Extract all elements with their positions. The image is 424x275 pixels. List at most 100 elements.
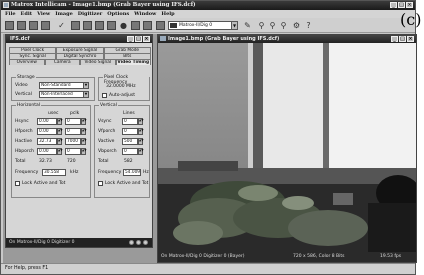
- film-icon[interactable]: [156, 21, 165, 30]
- vfporch-lines-field[interactable]: 0: [122, 128, 138, 135]
- window-icon[interactable]: [95, 21, 104, 30]
- dialog-status-bar: On Matrox-II/Dig 0 Digitizer 0: [6, 238, 152, 247]
- pclk-column-header: pclk: [70, 111, 80, 116]
- hactive-pclk-spinner[interactable]: ▲▼: [81, 138, 87, 145]
- hbporch-usec-spinner[interactable]: ▲▼: [57, 148, 63, 155]
- app-icon: [3, 2, 9, 8]
- video-select-value: Non-Standard: [41, 83, 71, 88]
- vertical-group-label: Vertical: [99, 103, 118, 108]
- menu-edit[interactable]: Edit: [21, 11, 33, 17]
- v-total-label: Total: [98, 159, 109, 164]
- maximize-icon[interactable]: □: [398, 2, 405, 8]
- menu-options[interactable]: Options: [107, 11, 129, 17]
- help-icon[interactable]: ?: [304, 21, 313, 30]
- image-minimize-icon[interactable]: _: [391, 36, 398, 42]
- image-maximize-icon[interactable]: □: [399, 36, 406, 42]
- tab-overview[interactable]: Overview: [9, 59, 45, 65]
- v-lock-checkbox[interactable]: [98, 181, 103, 186]
- print-icon[interactable]: [29, 21, 38, 30]
- v-lock-label: Lock Active and Tot: [105, 181, 149, 186]
- close-icon[interactable]: ×: [406, 2, 413, 8]
- hfporch-usec-spinner[interactable]: ▲▼: [57, 128, 63, 135]
- hbporch-usec-field[interactable]: 0.00: [37, 148, 57, 155]
- chevron-down-icon[interactable]: ▼: [231, 22, 237, 29]
- h-frequency-label: Frequency: [15, 170, 39, 175]
- hactive-usec-field[interactable]: 32.73: [37, 138, 57, 145]
- app-window: Matrox Intellicam - Image1.bmp (Grab Bay…: [0, 0, 417, 275]
- menu-window[interactable]: Window: [134, 11, 156, 17]
- image-window-title: Image1.bmp (Grab Bayer using IFS.dcf): [168, 36, 280, 42]
- status-bar: For Help, press F1: [1, 263, 415, 274]
- check-icon[interactable]: ✓: [57, 21, 66, 30]
- hfporch-pclk-field[interactable]: 0: [65, 128, 81, 135]
- h-frequency-field[interactable]: 30.558: [42, 169, 66, 176]
- snapshot-icon[interactable]: [107, 21, 116, 30]
- dialog-title-bar: IFS.dcf _ □ ×: [6, 35, 152, 43]
- vertical-select[interactable]: Non-Interlaced ▼: [39, 91, 89, 98]
- zoom-icon[interactable]: ⚲: [279, 21, 288, 30]
- hsync-label: Hsync: [15, 119, 29, 124]
- video-label: Video: [15, 83, 28, 88]
- menu-file[interactable]: File: [5, 11, 16, 17]
- hsync-pclk-field[interactable]: 0: [65, 118, 81, 125]
- hactive-label: Hactive: [15, 139, 33, 144]
- draw-icon[interactable]: ✎: [243, 21, 252, 30]
- vbporch-spinner[interactable]: ▲▼: [138, 148, 144, 155]
- minimize-icon[interactable]: _: [390, 2, 397, 8]
- menu-help[interactable]: Help: [161, 11, 174, 17]
- dialog-maximize-icon[interactable]: □: [135, 36, 142, 42]
- hactive-pclk-field[interactable]: 7000: [65, 138, 81, 145]
- tab-video-signal[interactable]: Video Signal: [80, 59, 116, 65]
- image-close-icon[interactable]: ×: [407, 36, 414, 42]
- hsync-usec-spinner[interactable]: ▲▼: [57, 118, 63, 125]
- grid-icon[interactable]: [131, 21, 140, 30]
- display-icon[interactable]: [143, 21, 152, 30]
- horizontal-group-label: Horizontal: [16, 103, 41, 108]
- dialog-close-icon[interactable]: ×: [143, 36, 150, 42]
- h-lock-checkbox[interactable]: [15, 181, 20, 186]
- hfporch-pclk-spinner[interactable]: ▲▼: [81, 128, 87, 135]
- storage-group-label: Storage: [16, 75, 36, 80]
- hfporch-usec-field[interactable]: 0.00: [37, 128, 57, 135]
- settings-icon[interactable]: ⚙: [292, 21, 301, 30]
- menu-view[interactable]: View: [37, 11, 50, 17]
- record-icon[interactable]: ●: [119, 21, 128, 30]
- vsync-spinner[interactable]: ▲▼: [138, 118, 144, 125]
- vsync-lines-field[interactable]: 0: [122, 118, 138, 125]
- vfporch-spinner[interactable]: ▲▼: [138, 128, 144, 135]
- open-icon[interactable]: [5, 21, 14, 30]
- video-select[interactable]: Non-Standard ▼: [39, 82, 89, 89]
- menu-digitizer[interactable]: Digitizer: [78, 11, 103, 17]
- image-icon: [160, 36, 166, 41]
- hbporch-pclk-spinner[interactable]: ▲▼: [81, 148, 87, 155]
- hsync-usec-field[interactable]: 0.00: [37, 118, 57, 125]
- menu-image[interactable]: Image: [55, 11, 73, 17]
- hsync-pclk-spinner[interactable]: ▲▼: [81, 118, 87, 125]
- storage-group: Storage Video Non-Standard ▼ Vertical No…: [11, 75, 95, 101]
- menu-bar: File Edit View Image Digitizer Options W…: [1, 10, 415, 18]
- save-icon[interactable]: [17, 21, 26, 30]
- vertical-select-value: Non-Interlaced: [41, 92, 73, 97]
- office-scene-image: [158, 43, 416, 252]
- hbporch-pclk-field[interactable]: 0: [65, 148, 81, 155]
- dialog-minimize-icon[interactable]: _: [127, 36, 134, 42]
- freeze-icon[interactable]: [71, 21, 80, 30]
- image-title-bar: Image1.bmp (Grab Bayer using IFS.dcf) _ …: [158, 35, 416, 43]
- auto-adjust-checkbox[interactable]: [102, 93, 107, 98]
- camera-icon[interactable]: [83, 21, 92, 30]
- hactive-usec-spinner[interactable]: ▲▼: [57, 138, 63, 145]
- vbporch-lines-field[interactable]: 0: [122, 148, 138, 155]
- grab-icon[interactable]: [41, 21, 50, 30]
- digitizer-select-value: Matrox-II/Dig 0: [179, 23, 213, 28]
- tab-video-timing[interactable]: Video Timing: [115, 59, 151, 65]
- zoom-out-icon[interactable]: ⚲: [268, 21, 277, 30]
- digitizer-select[interactable]: Matrox-II/Dig 0 ▼: [168, 21, 238, 30]
- captured-image[interactable]: [158, 43, 416, 252]
- vactive-lines-field[interactable]: 500: [122, 138, 138, 145]
- h-total-label: Total: [15, 159, 26, 164]
- tab-camera[interactable]: Camera: [44, 59, 80, 65]
- zoom-in-icon[interactable]: ⚲: [257, 21, 266, 30]
- tab-row-3: Overview Camera Video Signal Video Timin…: [9, 59, 151, 65]
- vactive-spinner[interactable]: ▲▼: [138, 138, 144, 145]
- v-frequency-field[interactable]: 54.009: [123, 169, 141, 176]
